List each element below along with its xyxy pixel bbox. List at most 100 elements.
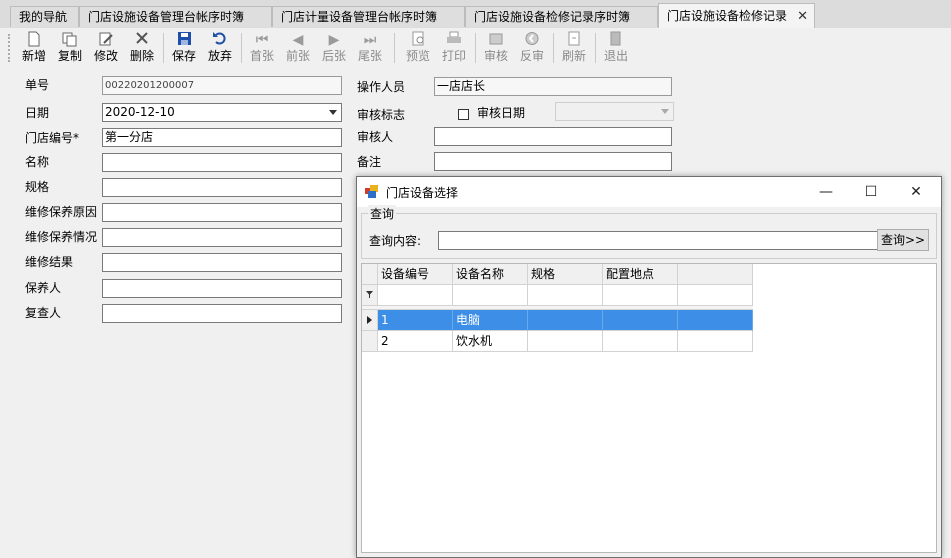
reason-input[interactable] <box>102 203 342 222</box>
grid-corner <box>362 264 378 285</box>
tab-facility-ledger[interactable]: 门店设施设备管理台帐序时簿 <box>79 6 272 27</box>
name-label: 名称 <box>25 155 50 169</box>
audit-date-dropdown[interactable] <box>555 102 674 121</box>
print-label: 打印 <box>441 49 466 63</box>
tab-label: 门店计量设备管理台帐序时簿 <box>281 10 438 24</box>
next-record-icon: ▶ <box>328 32 340 48</box>
exit-door-icon <box>598 31 634 49</box>
cell-empty[interactable] <box>678 310 753 331</box>
maintainer-input[interactable] <box>102 279 342 298</box>
operator-input[interactable]: 一店店长 <box>434 77 672 96</box>
unapprove-icon <box>514 31 550 49</box>
cell-empty[interactable] <box>678 331 753 352</box>
cell-location[interactable] <box>603 331 678 352</box>
filter-cell-location[interactable] <box>603 285 678 306</box>
tab-metering-ledger[interactable]: 门店计量设备管理台帐序时簿 <box>272 6 465 27</box>
close-icon[interactable]: ✕ <box>893 177 939 207</box>
spec-label: 规格 <box>25 180 50 194</box>
exit-button[interactable]: 退出 <box>598 31 634 65</box>
cell-spec[interactable] <box>528 310 603 331</box>
delete-label: 删除 <box>129 49 154 63</box>
spec-input[interactable] <box>102 178 342 197</box>
minimize-icon[interactable]: — <box>803 177 849 207</box>
audit-flag-checkbox[interactable] <box>458 109 469 120</box>
remark-input[interactable] <box>434 152 672 171</box>
toolbar-separator <box>241 33 242 63</box>
row-indicator[interactable] <box>362 310 378 331</box>
unapprove-label: 反审 <box>519 49 544 63</box>
reviewer-input[interactable] <box>102 304 342 323</box>
toolbar: 新增 复制 修改 删除 保存 放弃 ⏮ 首张 ◀ 前张 ▶ 后张 ⏭ 尾张 预览 <box>0 28 951 68</box>
copy-icon <box>52 31 88 49</box>
discard-button[interactable]: 放弃 <box>202 31 238 65</box>
tab-repair-record[interactable]: 门店设施设备检修记录 ✕ <box>658 3 815 28</box>
next-button[interactable]: ▶ 后张 <box>316 31 352 65</box>
row-indicator[interactable] <box>362 331 378 352</box>
cell-name[interactable]: 电脑 <box>453 310 528 331</box>
refresh-button[interactable]: 刷新 <box>556 31 592 65</box>
maximize-icon[interactable]: ☐ <box>848 177 894 207</box>
col-header-spec[interactable]: 规格 <box>528 264 603 285</box>
approve-icon <box>478 31 514 49</box>
last-button[interactable]: ⏭ 尾张 <box>352 31 388 65</box>
approve-label: 审核 <box>483 49 508 63</box>
print-button[interactable]: 打印 <box>436 31 472 65</box>
delete-icon <box>124 31 160 49</box>
app-window-icon <box>365 185 379 198</box>
status-input[interactable] <box>102 228 342 247</box>
unapprove-button[interactable]: 反审 <box>514 31 550 65</box>
name-input[interactable] <box>102 153 342 172</box>
first-button[interactable]: ⏮ 首张 <box>244 31 280 65</box>
date-value: 2020-12-10 <box>105 105 175 119</box>
col-header-location[interactable]: 配置地点 <box>603 264 678 285</box>
chevron-down-icon[interactable] <box>329 110 337 115</box>
cell-code[interactable]: 1 <box>378 310 453 331</box>
status-label: 维修保养情况 <box>25 230 98 244</box>
col-header-name[interactable]: 设备名称 <box>453 264 528 285</box>
exit-label: 退出 <box>603 49 628 63</box>
result-input[interactable] <box>102 253 342 272</box>
doc-no-label: 单号 <box>25 78 50 92</box>
tab-label: 门店设施设备检修记录序时簿 <box>474 10 631 24</box>
cell-name[interactable]: 饮水机 <box>453 331 528 352</box>
store-no-label: 门店编号* <box>25 131 80 145</box>
col-header-code[interactable]: 设备编号 <box>378 264 453 285</box>
audit-flag-label: 审核标志 <box>357 108 406 122</box>
prev-label: 前张 <box>285 49 310 63</box>
delete-button[interactable]: 删除 <box>124 31 160 65</box>
tab-repair-journal[interactable]: 门店设施设备检修记录序时簿 <box>465 6 658 27</box>
filter-cell-name[interactable] <box>453 285 528 306</box>
edit-label: 修改 <box>93 49 118 63</box>
edit-icon <box>88 31 124 49</box>
store-no-input[interactable]: 第一分店 <box>102 128 342 147</box>
query-group: 查询 查询内容: 查询>> <box>361 205 937 259</box>
approve-button[interactable]: 审核 <box>478 31 514 65</box>
filter-cell-spec[interactable] <box>528 285 603 306</box>
new-button[interactable]: 新增 <box>16 31 52 65</box>
copy-button[interactable]: 复制 <box>52 31 88 65</box>
cell-code[interactable]: 2 <box>378 331 453 352</box>
query-input[interactable] <box>438 231 878 250</box>
auditor-input[interactable] <box>434 127 672 146</box>
tab-my-navigation[interactable]: 我的导航 <box>10 6 79 27</box>
date-dropdown[interactable]: 2020-12-10 <box>102 103 342 122</box>
preview-button[interactable]: 预览 <box>400 31 436 65</box>
prev-button[interactable]: ◀ 前张 <box>280 31 316 65</box>
save-button[interactable]: 保存 <box>166 31 202 65</box>
cell-spec[interactable] <box>528 331 603 352</box>
new-document-icon <box>16 31 52 49</box>
save-icon <box>166 31 202 49</box>
query-button[interactable]: 查询>> <box>877 229 929 251</box>
query-group-title: 查询 <box>368 205 397 222</box>
discard-label: 放弃 <box>207 49 232 63</box>
edit-button[interactable]: 修改 <box>88 31 124 65</box>
toolbar-grip <box>8 34 13 62</box>
chevron-down-icon[interactable] <box>661 109 669 114</box>
first-record-icon: ⏮ <box>255 32 269 48</box>
close-icon[interactable]: ✕ <box>797 4 808 28</box>
undo-icon <box>202 31 238 49</box>
cell-location[interactable] <box>603 310 678 331</box>
doc-no-input[interactable]: 00220201200007 <box>102 76 342 95</box>
filter-cell-code[interactable] <box>378 285 453 306</box>
refresh-label: 刷新 <box>561 49 586 63</box>
